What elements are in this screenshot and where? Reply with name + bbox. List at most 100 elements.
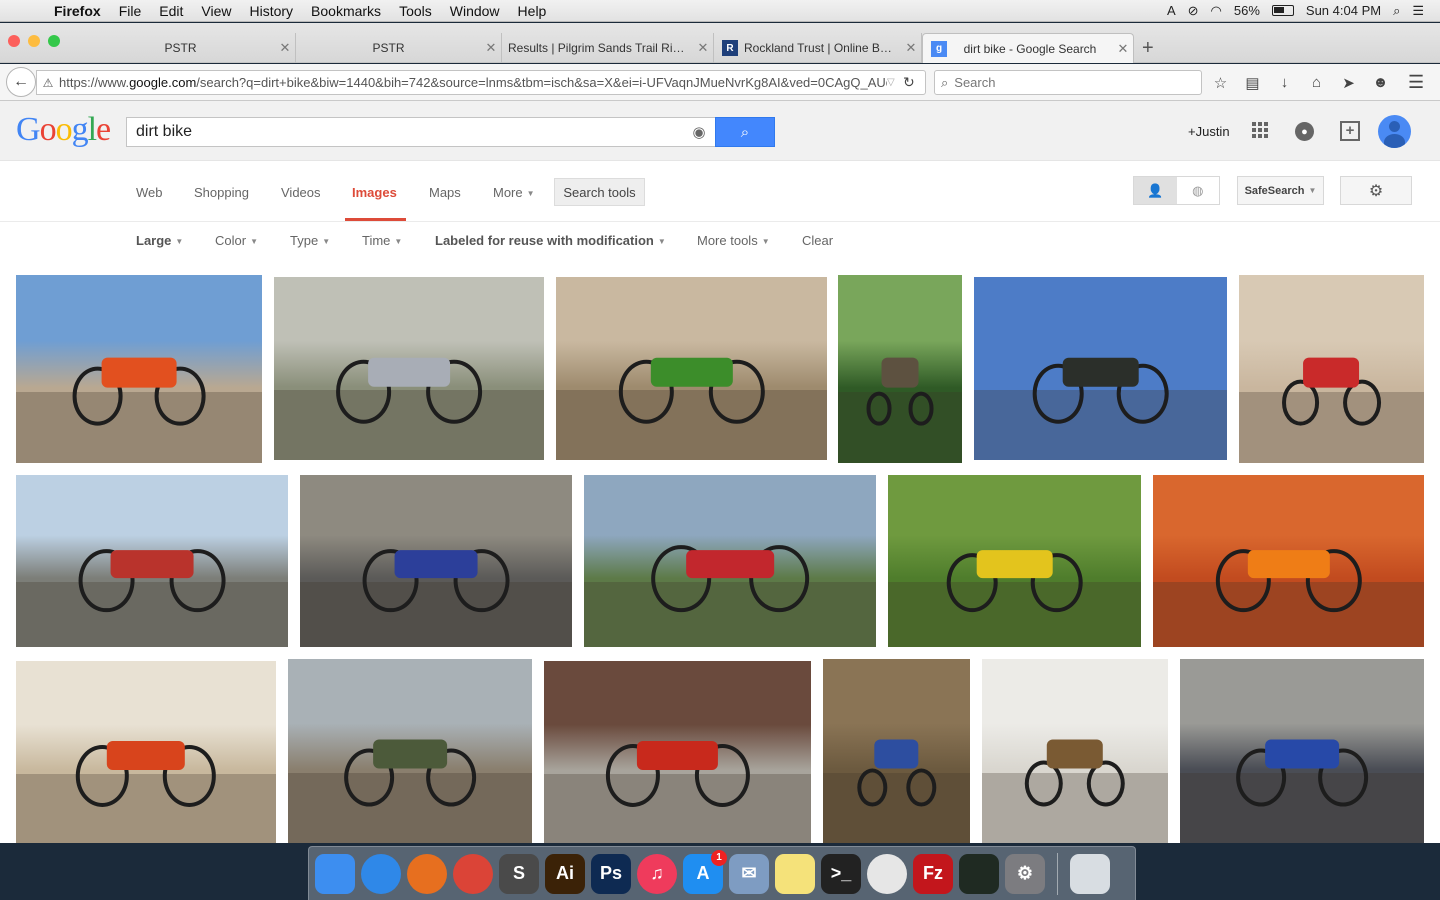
tab-rockland-trust[interactable]: R Rockland Trust | Online Ban... ✕ [714,33,922,63]
motorcycle-shape [75,727,217,807]
tab-label: Results | Pilgrim Sands Trail Riders [508,41,693,55]
menu-view[interactable]: View [192,3,240,19]
close-icon[interactable]: ✕ [693,40,713,56]
image-result-thumbnail[interactable] [16,475,288,647]
motorcycle-shape [72,343,206,426]
browser-search-field[interactable]: ⌕ Search [934,70,1202,95]
tab-strip: PSTR ✕ PSTR ✕ Results | Pilgrim Sands Tr… [0,23,1440,63]
zoom-window-button[interactable] [48,35,60,47]
menu-tools[interactable]: Tools [390,3,441,19]
url-text[interactable]: https://www.google.com/search?q=dirt+bik… [59,75,887,90]
image-result-thumbnail[interactable] [274,277,544,460]
image-result-thumbnail[interactable] [823,659,970,843]
motorcycle-shape [946,537,1083,613]
sequel-pro-icon[interactable] [867,853,907,894]
close-icon[interactable]: ✕ [901,40,921,56]
menu-history[interactable]: History [240,3,302,19]
trash-icon[interactable] [1070,853,1110,894]
menu-bookmarks[interactable]: Bookmarks [302,3,390,19]
motorcycle-shape [78,537,226,613]
close-icon[interactable]: ✕ [275,40,295,56]
bookmark-star-icon[interactable]: ☆ [1210,72,1231,93]
minimize-window-button[interactable] [28,35,40,47]
image-result-thumbnail[interactable] [544,661,811,843]
tab-google-search[interactable]: g dirt bike - Google Search ✕ [922,33,1134,63]
menu-help[interactable]: Help [509,3,556,19]
arrow-left-icon: ← [13,73,29,90]
chat-icon[interactable]: ☻ [1370,72,1391,93]
motorcycle-shape [866,343,934,426]
image-result-thumbnail[interactable] [556,277,827,460]
battery-icon[interactable] [1271,5,1294,16]
reading-list-icon[interactable]: ▤ [1242,72,1263,93]
rockland-favicon-icon: R [722,40,738,56]
menu-file[interactable]: File [110,3,151,19]
image-result-thumbnail[interactable] [16,275,262,463]
dock: S Ai Ps ♫ A 1 ✉ >_ Fz ⚙ [308,846,1136,900]
motorcycle-shape [336,343,482,424]
close-window-button[interactable] [8,35,20,47]
do-not-disturb-icon[interactable]: ⊘ [1188,3,1199,19]
url-bar[interactable]: ⚠ https://www.google.com/search?q=dirt+b… [36,70,926,95]
tab-pstr-1[interactable]: PSTR ✕ [86,33,296,63]
image-result-thumbnail[interactable] [1180,659,1424,843]
warning-icon[interactable]: ⚠ [37,76,59,90]
home-icon[interactable]: ⌂ [1306,72,1327,93]
tab-label: Rockland Trust | Online Ban... [744,41,901,55]
menu-icon[interactable]: ☰ [1408,72,1430,93]
new-tab-icon[interactable]: + [1142,37,1154,60]
dock-separator [1057,852,1058,895]
send-icon[interactable]: ➤ [1338,72,1359,93]
mail-icon[interactable]: ✉ [729,853,769,894]
adobe-creative-cloud-icon[interactable]: A [1167,3,1176,18]
motorcycle-shape [362,537,510,613]
tab-pstr-2[interactable]: PSTR ✕ [296,33,502,63]
close-icon[interactable]: ✕ [1113,41,1133,57]
sublime-icon[interactable]: S [499,853,539,894]
image-result-thumbnail[interactable] [888,475,1141,647]
itunes-icon[interactable]: ♫ [637,853,677,894]
tab-label: PSTR [372,41,405,55]
illustrator-icon[interactable]: Ai [545,853,585,894]
terminal-icon[interactable]: >_ [821,853,861,894]
image-result-thumbnail[interactable] [288,659,532,843]
system-preferences-icon[interactable]: ⚙ [1005,853,1045,894]
reload-icon[interactable]: ↻ [903,74,925,91]
photoshop-icon[interactable]: Ps [591,853,631,894]
image-result-thumbnail[interactable] [300,475,572,647]
motorcycle-shape [1024,725,1126,807]
finder-icon[interactable] [315,853,355,894]
menu-window[interactable]: Window [441,3,509,19]
tab-pilgrim-sands[interactable]: Results | Pilgrim Sands Trail Riders ✕ [502,33,714,63]
app-store-icon[interactable]: A1 [683,849,727,894]
clock[interactable]: Sun 4:04 PM [1306,3,1381,18]
image-result-thumbnail[interactable] [974,277,1227,460]
safari-icon[interactable] [361,853,401,894]
filezilla-icon[interactable]: Fz [913,853,953,894]
spotlight-icon[interactable]: ⌕ [1393,3,1400,19]
image-result-thumbnail[interactable] [16,661,276,843]
downloads-icon[interactable]: ↓ [1274,72,1295,93]
menu-edit[interactable]: Edit [150,3,192,19]
motorcycle-shape [605,727,750,807]
close-icon[interactable]: ✕ [481,40,501,56]
firefox-icon[interactable] [407,853,447,894]
tab-label: PSTR [164,41,197,55]
battery-percent[interactable]: 56% [1234,3,1260,18]
activity-monitor-icon[interactable] [959,853,999,894]
image-result-thumbnail[interactable] [1239,275,1424,463]
notification-center-icon[interactable]: ☰ [1412,3,1424,19]
menu-app-name[interactable]: Firefox [44,3,110,19]
image-result-thumbnail[interactable] [584,475,876,647]
wifi-icon[interactable]: ◠ [1211,3,1222,19]
back-button[interactable]: ← [6,67,36,97]
motorcycle-shape [1215,537,1362,613]
notes-icon[interactable] [775,853,815,894]
url-dropdown-icon[interactable]: ▽ [887,77,903,88]
image-result-thumbnail[interactable] [838,275,962,463]
page-content: Google dirt bike ◉ ⌕ +Justin ● + Web Sho… [0,101,1440,843]
image-result-thumbnail[interactable] [982,659,1168,843]
chrome-icon[interactable] [453,853,493,894]
motorcycle-shape [618,343,765,424]
image-result-thumbnail[interactable] [1153,475,1424,647]
